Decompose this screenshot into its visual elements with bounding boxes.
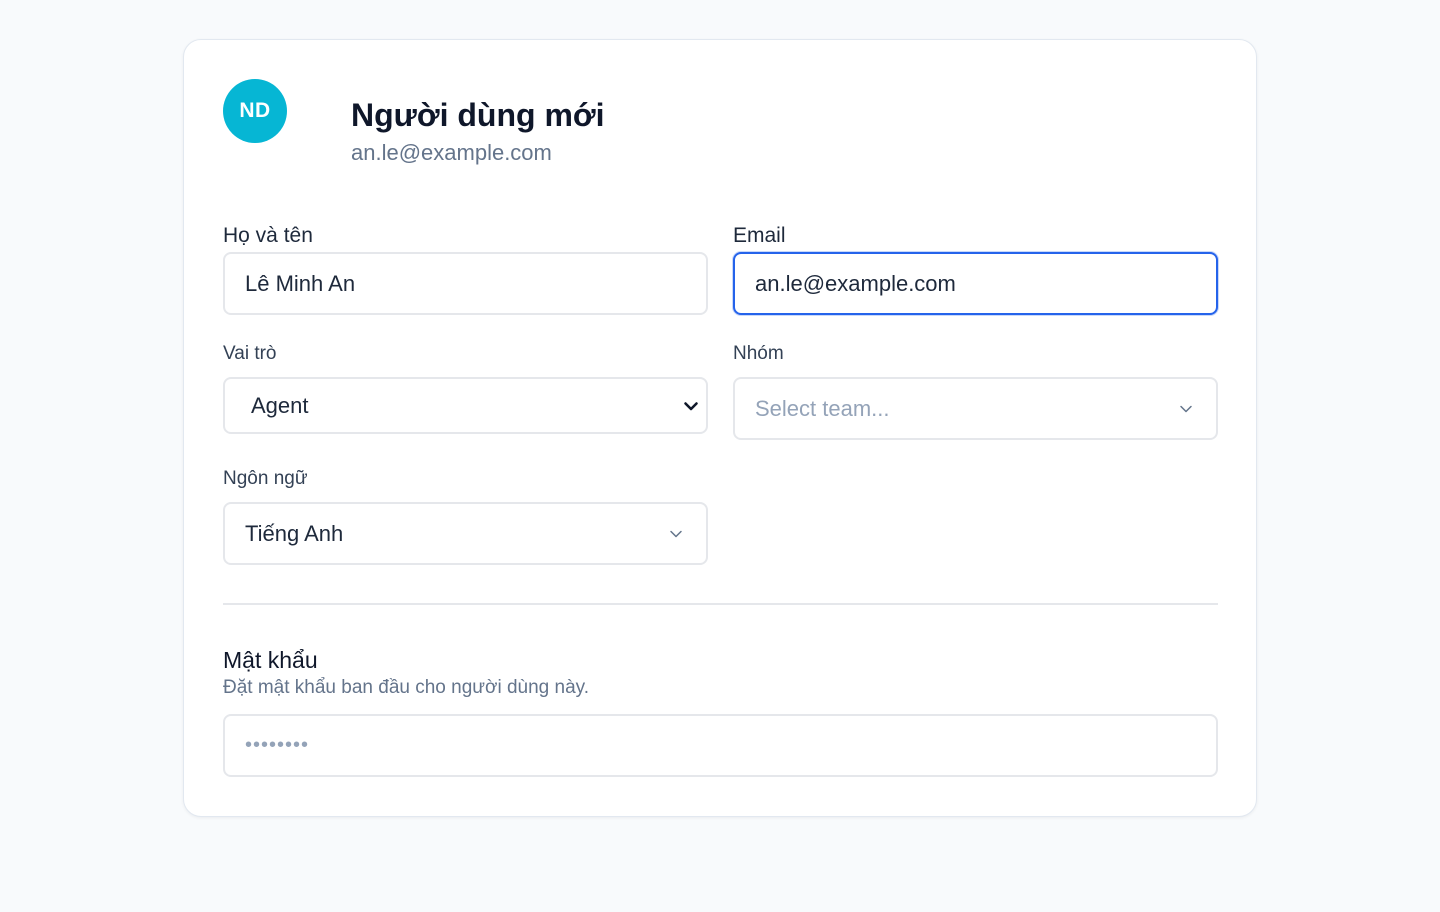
role-select[interactable]: Agent	[223, 377, 708, 434]
avatar-initials: ND	[239, 99, 271, 122]
language-value: Tiếng Anh	[245, 520, 344, 546]
team-label: Nhóm	[733, 343, 784, 364]
full-name-input[interactable]: Lê Minh An	[223, 252, 708, 315]
team-select[interactable]: Select team...	[733, 377, 1218, 440]
chevron-down-icon	[1180, 405, 1192, 412]
password-masked-value: ••••••••	[245, 734, 310, 756]
email-input[interactable]: an.le@example.com	[733, 252, 1218, 315]
password-section-description: Đặt mật khẩu ban đầu cho người dùng này.	[223, 677, 590, 698]
role-label: Vai trò	[223, 343, 277, 364]
email-label: Email	[733, 224, 786, 247]
team-placeholder: Select team...	[755, 395, 890, 421]
new-user-card: ND Người dùng mới an.le@example.com Họ v…	[183, 39, 1257, 817]
password-section-title: Mật khẩu	[223, 647, 318, 673]
email-value: an.le@example.com	[755, 270, 956, 296]
language-label: Ngôn ngữ	[223, 468, 308, 489]
chevron-down-icon	[670, 530, 682, 537]
user-email-subtitle: an.le@example.com	[351, 140, 552, 165]
section-divider	[223, 603, 1218, 605]
page-title: Người dùng mới	[351, 97, 605, 133]
role-value: Agent	[251, 392, 309, 418]
password-input[interactable]: ••••••••	[223, 714, 1218, 777]
chevron-down-icon	[684, 401, 698, 410]
language-select[interactable]: Tiếng Anh	[223, 502, 708, 565]
avatar: ND	[223, 79, 287, 143]
full-name-label: Họ và tên	[223, 224, 313, 247]
full-name-value: Lê Minh An	[245, 270, 356, 296]
